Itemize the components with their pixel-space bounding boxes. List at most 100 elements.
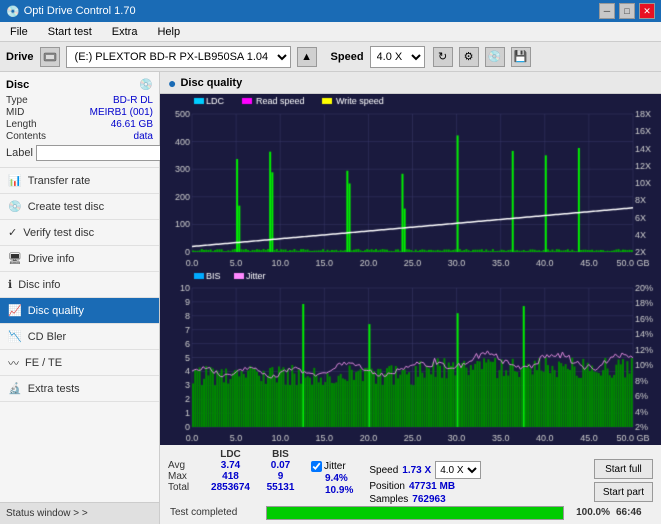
samples-label: Samples <box>369 494 408 505</box>
drive-info-icon: 🖥 <box>8 252 22 265</box>
close-button[interactable]: ✕ <box>639 3 655 19</box>
status-text: Test completed <box>170 507 260 518</box>
charts-area <box>160 94 661 444</box>
disc-info-icon: ℹ <box>8 278 12 291</box>
sidebar-label-disc-quality: Disc quality <box>28 305 84 317</box>
refresh-button[interactable]: ↻ <box>433 47 453 67</box>
sidebar-label-extra-tests: Extra tests <box>28 383 80 395</box>
create-test-disc-icon: 💿 <box>8 200 22 213</box>
sidebar-item-verify-test-disc[interactable]: ✓ Verify test disc <box>0 220 159 246</box>
chart-top <box>160 94 661 270</box>
sidebar-item-drive-info[interactable]: 🖥 Drive info <box>0 246 159 272</box>
progress-label: 100.0% <box>570 507 610 518</box>
menu-help[interactable]: Help <box>151 25 186 39</box>
transfer-rate-icon: 📊 <box>8 174 22 187</box>
status-window-button[interactable]: Status window > > <box>0 502 159 524</box>
jitter-section: Jitter 9.4% 10.9% <box>311 461 353 496</box>
sidebar-item-fe-te[interactable]: 〰 FE / TE <box>0 350 159 376</box>
position-value: 47731 MB <box>409 481 455 492</box>
sidebar-item-create-test-disc[interactable]: 💿 Create test disc <box>0 194 159 220</box>
samples-value: 762963 <box>412 494 445 505</box>
menu-start-test[interactable]: Start test <box>42 25 98 39</box>
speed-stat-label: Speed <box>369 465 398 476</box>
speed-position-section: Speed 1.73 X 4.0 X Position 47731 MB Sam… <box>369 461 481 505</box>
stats-max-bis: 9 <box>258 471 303 482</box>
sidebar-item-cd-bler[interactable]: 📉 CD Bler <box>0 324 159 350</box>
drivebar: Drive (E:) PLEXTOR BD-R PX-LB950SA 1.04 … <box>0 42 661 72</box>
titlebar-controls: ─ □ ✕ <box>599 3 655 19</box>
disc-type-row: Type BD-R DL <box>6 95 153 106</box>
chart-bottom <box>160 270 661 445</box>
app-title: Opti Drive Control 1.70 <box>24 5 136 17</box>
stats-max-label: Max <box>168 471 203 482</box>
sidebar-label-verify-test-disc: Verify test disc <box>23 227 94 239</box>
sidebar: Disc 💿 Type BD-R DL MID MEIRB1 (001) Len… <box>0 72 160 524</box>
drive-select[interactable]: (E:) PLEXTOR BD-R PX-LB950SA 1.04 <box>66 46 291 68</box>
stats-total-label: Total <box>168 482 203 493</box>
disc-length-row: Length 46.61 GB <box>6 119 153 130</box>
sidebar-label-create-test-disc: Create test disc <box>28 201 104 213</box>
disc-quality-header: ● Disc quality <box>160 72 661 94</box>
disc-contents-row: Contents data <box>6 131 153 142</box>
stats-header-bis: BIS <box>258 449 303 460</box>
disc-panel-icon: 💿 <box>139 78 153 91</box>
drive-icon <box>40 47 60 67</box>
start-full-button[interactable]: Start full <box>594 459 653 479</box>
sidebar-label-transfer-rate: Transfer rate <box>28 175 91 187</box>
speed-row: Speed 1.73 X 4.0 X <box>369 461 481 479</box>
save-button[interactable]: 💾 <box>511 47 531 67</box>
chart-top-svg <box>160 94 661 269</box>
stats-avg-ldc: 3.74 <box>203 460 258 471</box>
stats-table: LDC BIS Avg 3.74 0.07 Max 418 9 Total <box>168 449 303 493</box>
settings-button[interactable]: ⚙ <box>459 47 479 67</box>
stats-header-ldc: LDC <box>203 449 258 460</box>
speed-select[interactable]: 4.0 X <box>370 46 425 68</box>
disc-label-input[interactable] <box>36 145 174 161</box>
jitter-header: Jitter <box>311 461 353 472</box>
speed-stat-value: 1.73 X <box>402 465 431 476</box>
verify-test-disc-icon: ✓ <box>8 226 17 239</box>
jitter-avg: 9.4% <box>311 473 353 484</box>
sidebar-item-disc-info[interactable]: ℹ Disc info <box>0 272 159 298</box>
maximize-button[interactable]: □ <box>619 3 635 19</box>
fe-te-icon: 〰 <box>8 355 19 371</box>
sidebar-label-drive-info: Drive info <box>28 253 74 265</box>
minimize-button[interactable]: ─ <box>599 3 615 19</box>
jitter-checkbox[interactable] <box>311 461 322 472</box>
disc-quality-icon-header: ● <box>168 75 176 91</box>
disc-quality-icon: 📈 <box>8 304 22 317</box>
sidebar-item-transfer-rate[interactable]: 📊 Transfer rate <box>0 168 159 194</box>
stats-total-row: Total 2853674 55131 <box>168 482 303 493</box>
start-buttons: Start full Start part <box>594 459 653 502</box>
drive-label: Drive <box>6 51 34 63</box>
progress-bar-area: Test completed 100.0% 66:46 <box>168 505 653 520</box>
jitter-label: Jitter <box>324 461 346 472</box>
position-label: Position <box>369 481 405 492</box>
progress-track <box>266 506 564 520</box>
menubar: File Start test Extra Help <box>0 22 661 42</box>
titlebar-title: 💿 Opti Drive Control 1.70 <box>6 5 136 18</box>
menu-file[interactable]: File <box>4 25 34 39</box>
progress-fill <box>267 507 563 519</box>
app-icon: 💿 <box>6 5 20 18</box>
disc-info-panel: Disc 💿 Type BD-R DL MID MEIRB1 (001) Len… <box>0 72 159 168</box>
disc-mid-row: MID MEIRB1 (001) <box>6 107 153 118</box>
start-part-button[interactable]: Start part <box>594 482 653 502</box>
speed-stat-select[interactable]: 4.0 X <box>435 461 481 479</box>
stats-avg-row: Avg 3.74 0.07 <box>168 460 303 471</box>
eject-button[interactable]: ▲ <box>297 47 317 67</box>
sidebar-nav: 📊 Transfer rate 💿 Create test disc ✓ Ver… <box>0 168 159 502</box>
time-value: 66:46 <box>616 507 651 518</box>
stats-max-ldc: 418 <box>203 471 258 482</box>
content-area: ● Disc quality L <box>160 72 661 524</box>
menu-extra[interactable]: Extra <box>106 25 144 39</box>
disc-label-row: Label 🔍 <box>6 145 153 161</box>
disc-panel-title: Disc <box>6 79 29 91</box>
titlebar: 💿 Opti Drive Control 1.70 ─ □ ✕ <box>0 0 661 22</box>
sidebar-item-extra-tests[interactable]: 🔬 Extra tests <box>0 376 159 402</box>
sidebar-label-cd-bler: CD Bler <box>28 331 67 343</box>
stats-max-row: Max 418 9 <box>168 471 303 482</box>
disc-button[interactable]: 💿 <box>485 47 505 67</box>
sidebar-item-disc-quality[interactable]: 📈 Disc quality <box>0 298 159 324</box>
disc-header: Disc 💿 <box>6 78 153 91</box>
